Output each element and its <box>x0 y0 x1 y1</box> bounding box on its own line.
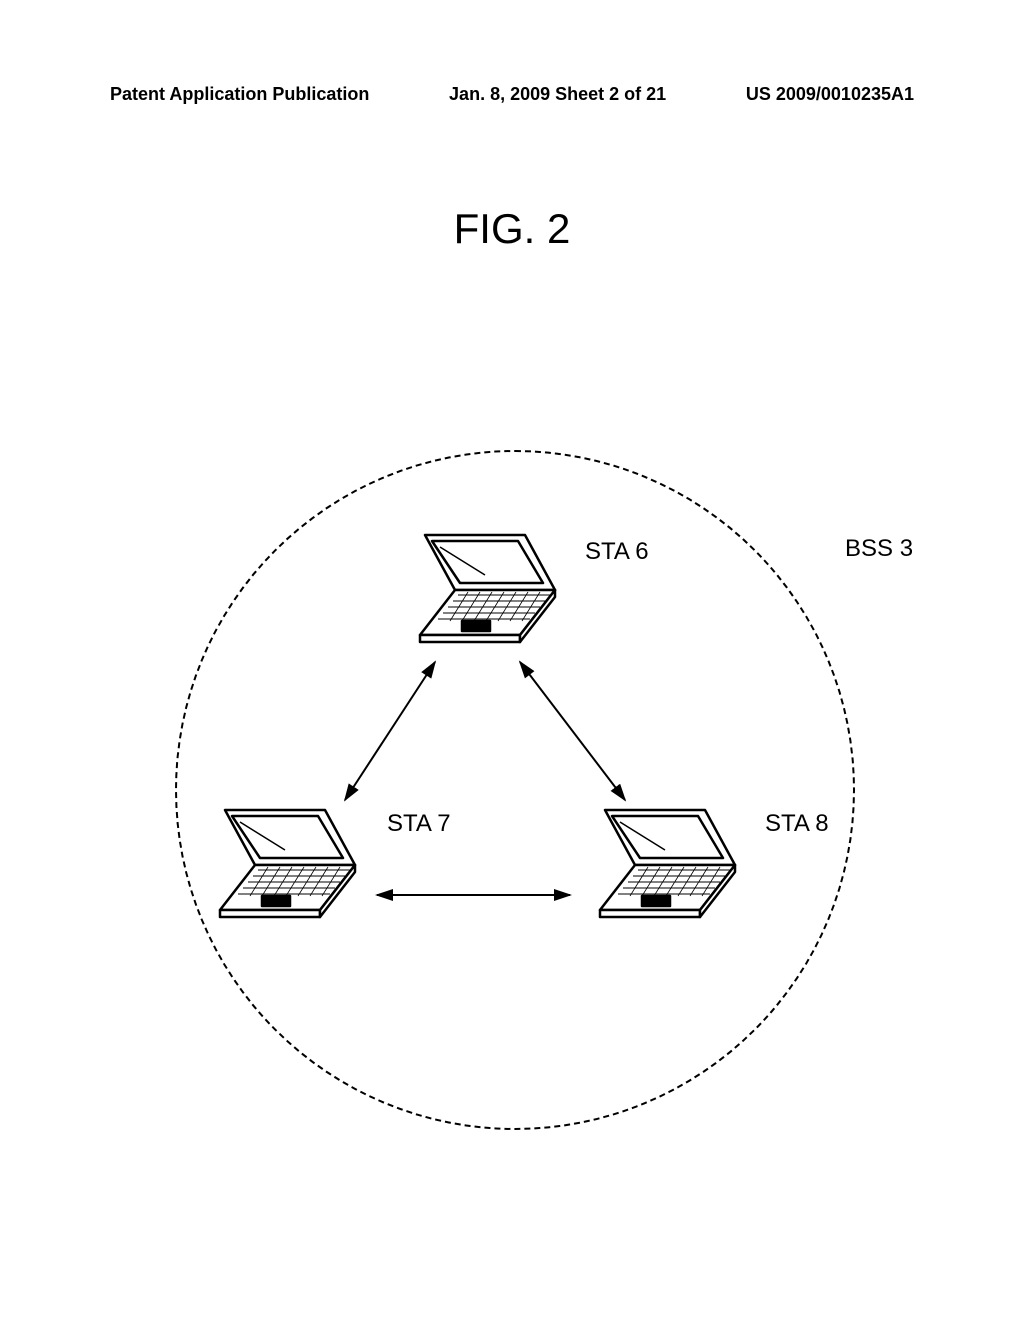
header-patent-number: US 2009/0010235A1 <box>746 84 914 105</box>
figure-title: FIG. 2 <box>0 205 1024 253</box>
sta8-label: STA 8 <box>765 810 829 838</box>
page-header: Patent Application Publication Jan. 8, 2… <box>0 84 1024 105</box>
network-diagram: BSS 3 <box>115 430 895 1150</box>
bss-label: BSS 3 <box>845 535 913 563</box>
header-publication: Patent Application Publication <box>110 84 369 105</box>
laptop-icon-sta8 <box>570 800 750 940</box>
sta7-label: STA 7 <box>387 810 451 838</box>
laptop-icon-sta7 <box>190 800 370 940</box>
laptop-icon-sta6 <box>390 525 570 665</box>
header-date-sheet: Jan. 8, 2009 Sheet 2 of 21 <box>449 84 666 105</box>
sta6-label: STA 6 <box>585 538 649 566</box>
